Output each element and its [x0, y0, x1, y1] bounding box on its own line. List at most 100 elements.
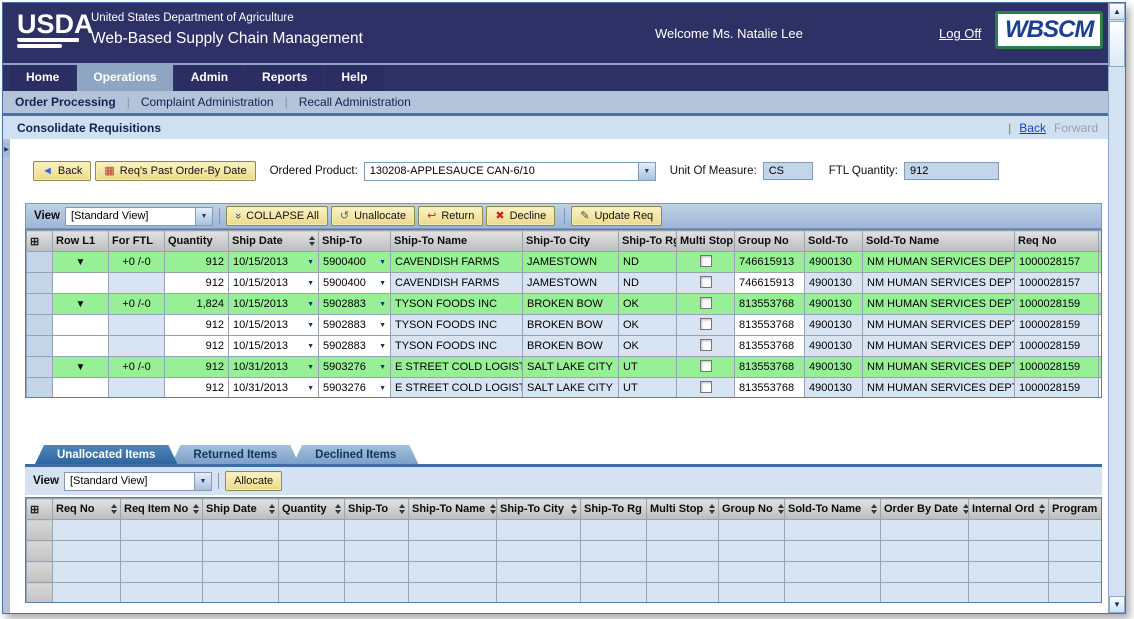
vertical-scrollbar[interactable]: ▲ ▼	[1108, 3, 1125, 613]
multi-stop-checkbox[interactable]	[700, 297, 712, 309]
multi-stop-checkbox[interactable]	[700, 255, 712, 267]
column-header-sold-to-name[interactable]: Sold-To Name	[785, 499, 881, 520]
sort-icon[interactable]	[309, 236, 315, 246]
nav-tab-operations[interactable]: Operations	[77, 65, 172, 91]
sort-icon[interactable]	[335, 504, 341, 514]
row-selector[interactable]	[27, 315, 53, 336]
chevron-down-icon[interactable]: ▼	[379, 343, 386, 350]
subnav-item-order-processing[interactable]: Order Processing	[15, 95, 116, 109]
chevron-down-icon[interactable]: ▼	[379, 385, 386, 392]
multi-stop-checkbox[interactable]	[700, 339, 712, 351]
row-selector[interactable]	[27, 583, 53, 604]
select-all-header[interactable]: ⊞	[27, 499, 53, 520]
row-selector[interactable]	[27, 357, 53, 378]
column-header-order-by-date[interactable]: Order By Date	[881, 499, 969, 520]
column-header-ship-date[interactable]: Ship Date	[203, 499, 279, 520]
chevron-down-icon[interactable]: ▼	[307, 385, 314, 392]
expand-cell[interactable]: ▼	[53, 357, 109, 378]
uom-field[interactable]: CS	[763, 162, 813, 180]
action-decline-button[interactable]: ✖Decline	[486, 206, 555, 226]
action-update-req-button[interactable]: ✎Update Req	[571, 206, 662, 226]
collapse-row-icon[interactable]: ▼	[76, 299, 86, 310]
row-selector[interactable]	[27, 336, 53, 357]
scroll-up-icon[interactable]: ▲	[1109, 3, 1125, 20]
tab-returned-items[interactable]: Returned Items	[171, 445, 299, 464]
collapse-row-icon[interactable]: ▼	[76, 257, 86, 268]
nav-tab-home[interactable]: Home	[10, 65, 75, 91]
chevron-down-icon[interactable]: ▼	[379, 364, 386, 371]
sort-icon[interactable]	[709, 504, 715, 514]
chevron-down-icon[interactable]: ▼	[307, 343, 314, 350]
expand-cell[interactable]: ▼	[53, 294, 109, 315]
tab-declined-items[interactable]: Declined Items	[293, 445, 418, 464]
row-selector[interactable]	[27, 541, 53, 562]
back-button[interactable]: ◄ Back	[33, 161, 91, 181]
chevron-down-icon[interactable]: ▼	[307, 259, 314, 266]
chevron-down-icon[interactable]: ▼	[194, 473, 211, 490]
action-return-button[interactable]: ↩Return	[418, 206, 483, 226]
chevron-down-icon[interactable]: ▼	[379, 259, 386, 266]
column-header-ship-date[interactable]: Ship Date	[229, 231, 319, 252]
row-selector[interactable]	[27, 562, 53, 583]
column-header-req-no[interactable]: Req No	[53, 499, 121, 520]
column-header-multi-stop[interactable]: Multi Stop	[647, 499, 719, 520]
nav-tab-help[interactable]: Help	[325, 65, 383, 91]
sort-icon[interactable]	[571, 504, 577, 514]
chevron-down-icon[interactable]: ▼	[195, 208, 212, 225]
reqs-past-order-by-date-button[interactable]: ▦ Req's Past Order-By Date	[95, 161, 255, 181]
action-unallocate-button[interactable]: ↺Unallocate	[331, 206, 415, 226]
panel-expand-handle[interactable]: ▶	[3, 142, 10, 157]
column-header-ship-to-rg[interactable]: Ship-To Rg	[581, 499, 647, 520]
nav-tab-admin[interactable]: Admin	[175, 65, 244, 91]
nav-tab-reports[interactable]: Reports	[246, 65, 323, 91]
sort-icon[interactable]	[963, 504, 969, 514]
scrollbar-thumb[interactable]	[1109, 21, 1125, 67]
multi-stop-checkbox[interactable]	[700, 360, 712, 372]
sort-icon[interactable]	[778, 504, 784, 514]
sort-icon[interactable]	[269, 504, 275, 514]
chevron-down-icon[interactable]: ▼	[638, 163, 655, 180]
ftl-quantity-field[interactable]: 912	[904, 162, 999, 180]
column-header-group-no[interactable]: Group No	[719, 499, 785, 520]
chevron-down-icon[interactable]: ▼	[307, 280, 314, 287]
column-header-req-item-no[interactable]: Req Item No	[121, 499, 203, 520]
chevron-down-icon[interactable]: ▼	[307, 364, 314, 371]
subnav-item-recall-administration[interactable]: Recall Administration	[299, 95, 411, 109]
chevron-down-icon[interactable]: ▼	[379, 280, 386, 287]
select-all-header[interactable]: ⊞	[27, 231, 53, 252]
multi-stop-checkbox[interactable]	[700, 276, 712, 288]
ordered-product-select[interactable]: 130208-APPLESAUCE CAN-6/10 ▼	[364, 162, 656, 181]
column-header-ship-to[interactable]: Ship-To	[345, 499, 409, 520]
row-selector[interactable]	[27, 294, 53, 315]
log-off-link[interactable]: Log Off	[939, 26, 981, 41]
column-header-internal-ord[interactable]: Internal Ord	[969, 499, 1049, 520]
history-back-link[interactable]: Back	[1019, 121, 1046, 135]
chevron-down-icon[interactable]: ▼	[379, 322, 386, 329]
view-select[interactable]: [Standard View] ▼	[65, 207, 213, 226]
row-selector[interactable]	[27, 273, 53, 294]
tab-unallocated-items[interactable]: Unallocated Items	[35, 445, 177, 464]
sort-icon[interactable]	[871, 504, 877, 514]
expand-cell[interactable]: ▼	[53, 252, 109, 273]
collapse-row-icon[interactable]: ▼	[76, 362, 86, 373]
sort-icon[interactable]	[399, 504, 405, 514]
column-header-ship-to-city[interactable]: Ship-To City	[497, 499, 581, 520]
bottom-view-select[interactable]: [Standard View] ▼	[64, 472, 212, 491]
sort-icon[interactable]	[1039, 504, 1045, 514]
multi-stop-checkbox[interactable]	[700, 381, 712, 393]
sort-icon[interactable]	[193, 504, 199, 514]
row-selector[interactable]	[27, 520, 53, 541]
subnav-item-complaint-administration[interactable]: Complaint Administration	[141, 95, 274, 109]
chevron-down-icon[interactable]: ▼	[307, 301, 314, 308]
scroll-down-icon[interactable]: ▼	[1109, 596, 1125, 613]
chevron-down-icon[interactable]: ▼	[307, 322, 314, 329]
sort-icon[interactable]	[111, 504, 117, 514]
column-header-ship-to-name[interactable]: Ship-To Name	[409, 499, 497, 520]
column-header-quantity[interactable]: Quantity	[279, 499, 345, 520]
allocate-button[interactable]: Allocate	[225, 471, 282, 491]
column-header-program[interactable]: Program	[1049, 499, 1103, 520]
multi-stop-checkbox[interactable]	[700, 318, 712, 330]
chevron-down-icon[interactable]: ▼	[379, 301, 386, 308]
row-selector[interactable]	[27, 378, 53, 399]
sort-icon[interactable]	[490, 504, 496, 514]
